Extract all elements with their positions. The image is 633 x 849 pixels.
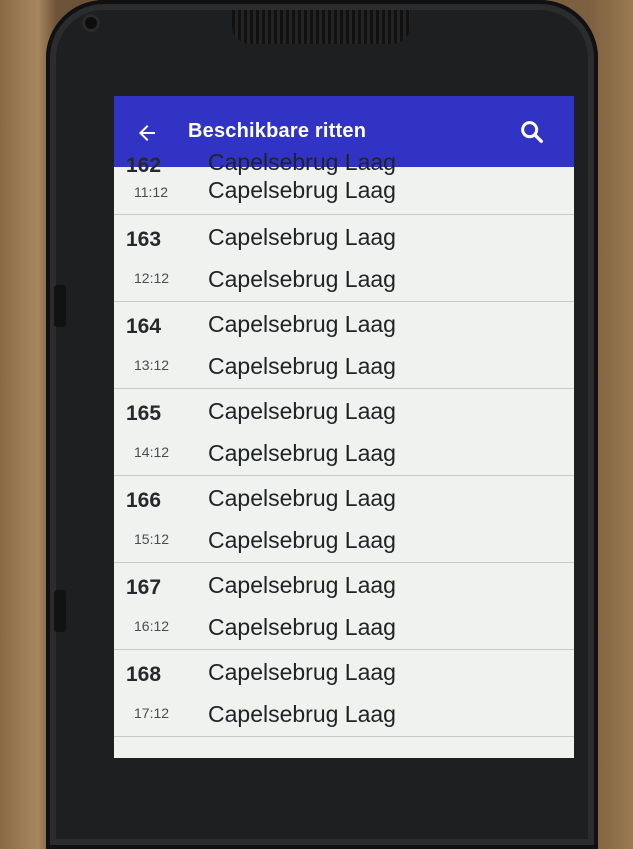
ride-time: 17:12	[134, 705, 170, 721]
arrow-left-icon[interactable]	[134, 121, 160, 145]
page-title: Beschikbare ritten	[188, 120, 367, 142]
ride-to: Capelsebrug Laag	[208, 266, 396, 292]
ride-time: 14:12	[134, 444, 170, 460]
side-button-upper	[54, 285, 66, 327]
ride-time: 15:12	[134, 531, 170, 547]
ride-to: Capelsebrug Laag	[208, 353, 396, 379]
ride-to: Capelsebrug Laag	[208, 440, 396, 466]
ride-number: 162	[126, 154, 162, 177]
ride-number: 166	[126, 489, 162, 512]
ride-row-163[interactable]: 163 Capelsebrug Laag 12:12 Capelsebrug L…	[114, 215, 574, 302]
ride-row-165[interactable]: 165 Capelsebrug Laag 14:12 Capelsebrug L…	[114, 389, 574, 476]
ride-number: 163	[126, 228, 162, 251]
ride-from: Capelsebrug Laag	[208, 572, 396, 598]
ride-row-168[interactable]: 168 Capelsebrug Laag 17:12 Capelsebrug L…	[114, 650, 574, 737]
earpiece-speaker	[232, 10, 410, 44]
ride-to: Capelsebrug Laag	[208, 614, 396, 640]
ride-from: Capelsebrug Laag	[208, 659, 396, 685]
ride-time: 12:12	[134, 270, 170, 286]
ride-row-166[interactable]: 166 Capelsebrug Laag 15:12 Capelsebrug L…	[114, 476, 574, 563]
front-camera-icon	[82, 14, 100, 32]
search-icon[interactable]	[518, 118, 546, 146]
ride-from: Capelsebrug Laag	[208, 398, 396, 424]
ride-to: Capelsebrug Laag	[208, 701, 396, 727]
ride-list: 162 Capelsebrug Laag 11:12 Capelsebrug L…	[114, 149, 574, 737]
ride-row-167[interactable]: 167 Capelsebrug Laag 16:12 Capelsebrug L…	[114, 563, 574, 650]
ride-from: Capelsebrug Laag	[208, 485, 396, 511]
ride-number: 168	[126, 663, 162, 686]
ride-number: 165	[126, 402, 162, 425]
phone-screen: Beschikbare ritten 162 Capelsebrug Laag …	[114, 96, 574, 758]
ride-time: 13:12	[134, 357, 170, 373]
ride-to: Capelsebrug Laag	[208, 527, 396, 553]
ride-time: 16:12	[134, 618, 170, 634]
phone-device: Beschikbare ritten 162 Capelsebrug Laag …	[46, 0, 598, 849]
ride-row-162[interactable]: 162 Capelsebrug Laag 11:12 Capelsebrug L…	[114, 149, 574, 215]
ride-number: 167	[126, 576, 162, 599]
ride-to: Capelsebrug Laag	[208, 177, 396, 203]
ride-time: 11:12	[134, 184, 168, 200]
ride-from: Capelsebrug Laag	[208, 224, 396, 250]
ride-from: Capelsebrug Laag	[208, 311, 396, 337]
ride-from: Capelsebrug Laag	[208, 149, 396, 175]
ride-number: 164	[126, 315, 162, 338]
side-button-lower	[54, 590, 66, 632]
ride-row-164[interactable]: 164 Capelsebrug Laag 13:12 Capelsebrug L…	[114, 302, 574, 389]
